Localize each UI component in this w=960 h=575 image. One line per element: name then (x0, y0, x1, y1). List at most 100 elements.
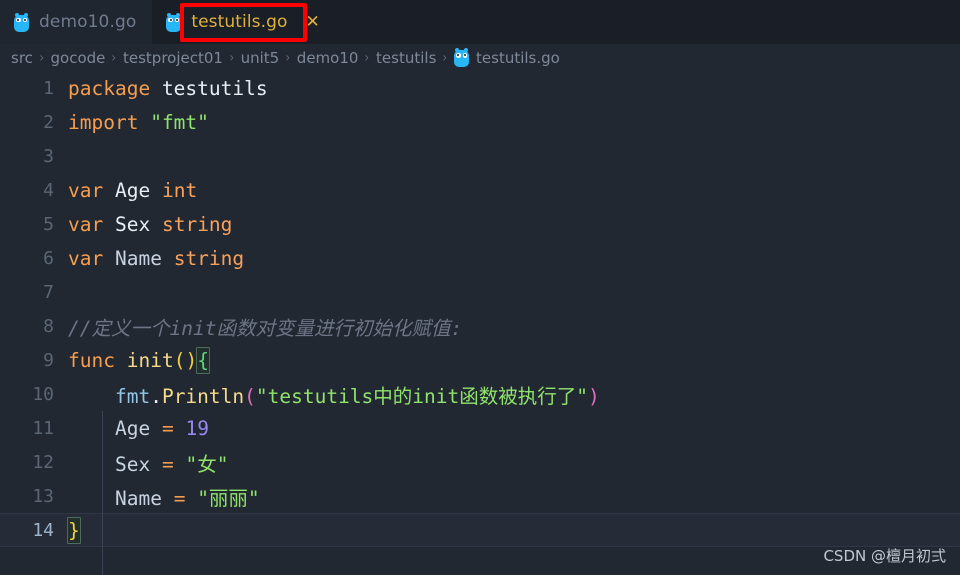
close-icon[interactable]: ✕ (306, 13, 320, 31)
chevron-right-icon: › (229, 49, 235, 66)
line-number: 4 (43, 179, 54, 201)
line-number: 3 (43, 145, 54, 167)
code-line[interactable]: 10 fmt.Println("testutils中的init函数被执行了") (0, 377, 960, 411)
code-line[interactable]: 7 (0, 275, 960, 309)
code-token: "fmt" (150, 110, 209, 134)
code-token: Age (114, 178, 151, 202)
breadcrumb-item-gocode[interactable]: gocode (51, 49, 106, 67)
code-line-content[interactable]: } (67, 516, 960, 544)
code-token: string (173, 246, 245, 270)
code-token: ( (244, 384, 256, 408)
code-line[interactable]: 9 func init(){ (0, 343, 960, 377)
code-token: Println (161, 384, 245, 408)
code-token: int (161, 178, 198, 202)
line-number: 5 (43, 213, 54, 235)
code-line[interactable]: 2 import "fmt" (0, 105, 960, 139)
chevron-right-icon: › (364, 49, 370, 66)
code-token: string (161, 212, 233, 236)
code-token: = (161, 416, 174, 440)
bracket-match: { (196, 346, 210, 374)
code-token: import (68, 110, 139, 134)
breadcrumb-item-demo10[interactable]: demo10 (297, 49, 359, 67)
code-token: testutils (161, 76, 268, 100)
code-line-content[interactable]: import "fmt" (68, 111, 960, 134)
line-number: 12 (32, 451, 54, 473)
code-token: var (68, 212, 104, 236)
code-line[interactable]: 3 (0, 139, 960, 173)
vscode-editor-window: demo10.go testutils.go ✕ src › gocode › … (0, 0, 960, 575)
code-line-content[interactable]: fmt.Println("testutils中的init函数被执行了") (68, 380, 960, 409)
code-token: fmt (114, 384, 151, 408)
code-token: "女" (185, 452, 229, 476)
code-line[interactable]: 8 //定义一个init函数对变量进行初始化赋值: (0, 309, 960, 343)
line-number: 14 (32, 519, 54, 541)
code-token: package (68, 76, 151, 100)
code-line-content[interactable]: //定义一个init函数对变量进行初始化赋值: (68, 312, 960, 341)
line-number: 10 (32, 383, 54, 405)
code-token: = (161, 452, 174, 476)
tab-demo10-go[interactable]: demo10.go (0, 0, 153, 44)
code-line[interactable]: 4 var Age int (0, 173, 960, 207)
tab-testutils-go[interactable]: testutils.go ✕ (152, 0, 336, 44)
code-line[interactable]: 13 Name = "丽丽" (0, 479, 960, 513)
code-token: var (68, 178, 104, 202)
line-number: 2 (43, 111, 54, 133)
code-token: "丽丽" (197, 486, 260, 510)
code-token: Age (114, 416, 151, 440)
code-line-content[interactable]: var Age int (68, 179, 960, 202)
breadcrumb-item-file[interactable]: testutils.go (476, 49, 560, 67)
code-token: Name (114, 246, 162, 270)
code-line[interactable]: 1 package testutils (0, 71, 960, 105)
line-number: 8 (43, 315, 54, 337)
breadcrumb-item-testproject01[interactable]: testproject01 (123, 49, 223, 67)
tab-label: demo10.go (39, 12, 137, 32)
watermark: CSDN @檀月初弍 (823, 547, 946, 565)
code-token: = (173, 486, 186, 510)
code-editor-area[interactable]: 1 package testutils 2 import "fmt" 3 4 var Age… (0, 71, 960, 575)
code-line-content[interactable]: Sex = "女" (68, 448, 960, 477)
go-gopher-icon (14, 12, 29, 32)
code-token: Name (114, 486, 162, 510)
code-line[interactable]: 12 Sex = "女" (0, 445, 960, 479)
line-number: 7 (43, 281, 54, 303)
code-token: "testutils中的init函数被执行了" (255, 384, 588, 408)
line-number: 9 (43, 349, 54, 371)
code-token: Sex (114, 212, 151, 236)
breadcrumb-item-unit5[interactable]: unit5 (241, 49, 280, 67)
chevron-right-icon: › (39, 49, 45, 66)
go-gopher-icon (454, 48, 470, 67)
code-token: ) (588, 384, 600, 408)
code-line[interactable]: 5 var Sex string (0, 207, 960, 241)
code-token: func (68, 348, 115, 372)
breadcrumb-item-src[interactable]: src (11, 49, 33, 67)
chevron-right-icon: › (111, 49, 117, 66)
code-line-content[interactable]: Age = 19 (68, 417, 960, 440)
code-line-content[interactable]: package testutils (68, 77, 960, 100)
code-line-content[interactable]: func init(){ (68, 346, 960, 374)
code-line-content[interactable]: var Name string (68, 247, 960, 270)
code-line[interactable]: 14} (0, 513, 960, 547)
go-gopher-icon (166, 12, 182, 32)
code-token: Sex (114, 452, 151, 476)
code-line-content[interactable]: var Sex string (68, 213, 960, 236)
bracket-match: } (67, 516, 81, 544)
line-number: 13 (32, 485, 54, 507)
code-token: init (126, 348, 174, 372)
code-line[interactable]: 6 var Name string (0, 241, 960, 275)
code-line[interactable]: 11 Age = 19 (0, 411, 960, 445)
breadcrumb-item-testutils[interactable]: testutils (376, 49, 436, 67)
chevron-right-icon: › (285, 49, 291, 66)
code-line-content[interactable]: Name = "丽丽" (68, 482, 960, 511)
